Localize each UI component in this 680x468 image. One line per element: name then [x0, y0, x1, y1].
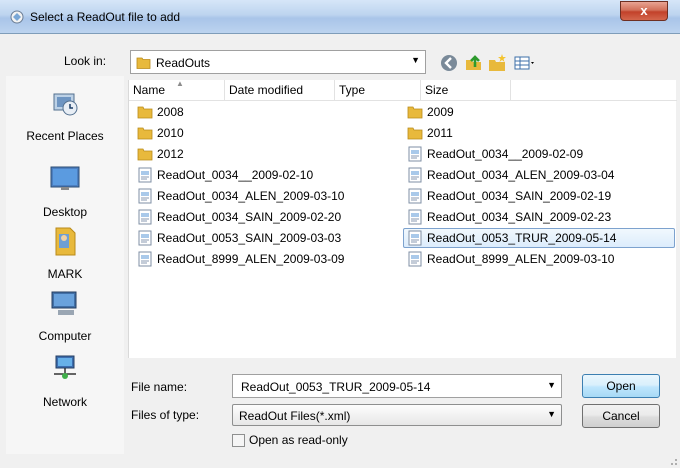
list-item-file[interactable]: ReadOut_0034_SAIN_2009-02-19: [407, 186, 611, 206]
header-divider: [129, 100, 677, 101]
xml-file-icon: [138, 230, 152, 246]
column-header-size[interactable]: Size: [421, 80, 511, 100]
file-list[interactable]: ▲ Name Date modified Type Size 2008 2010…: [128, 79, 677, 358]
window-title: Select a ReadOut file to add: [30, 10, 181, 24]
list-item-file[interactable]: ReadOut_8999_ALEN_2009-03-10: [407, 249, 614, 269]
place-label: Network: [42, 395, 87, 409]
list-item-folder[interactable]: 2011: [407, 123, 453, 143]
desktop-icon: [50, 166, 80, 190]
file-type-label: Files of type:: [131, 408, 200, 422]
chevron-down-icon: ▼: [411, 55, 420, 65]
place-desktop[interactable]: Desktop: [6, 162, 124, 219]
list-item-file[interactable]: ReadOut_0034_SAIN_2009-02-23: [407, 207, 611, 227]
file-type-value: ReadOut Files(*.xml): [239, 409, 351, 423]
list-item-file[interactable]: ReadOut_0034_ALEN_2009-03-10: [137, 186, 344, 206]
list-item-folder[interactable]: 2008: [137, 102, 184, 122]
chevron-down-icon[interactable]: ▼: [547, 380, 556, 390]
list-item-file[interactable]: ReadOut_0053_SAIN_2009-03-03: [137, 228, 341, 248]
folder-icon: [407, 127, 423, 140]
new-folder-icon[interactable]: [486, 52, 508, 74]
xml-file-icon: [138, 167, 152, 183]
place-label: MARK: [47, 267, 83, 281]
xml-file-icon: [408, 209, 422, 225]
recent-places-icon: [53, 93, 78, 116]
app-icon: [10, 10, 24, 24]
column-header-type[interactable]: Type: [335, 80, 421, 100]
computer-icon: [51, 291, 77, 315]
column-header-name[interactable]: ▲ Name: [129, 79, 225, 100]
xml-file-icon: [408, 251, 422, 267]
read-only-option[interactable]: Open as read-only: [232, 433, 348, 447]
folder-icon: [407, 106, 423, 119]
list-item-folder[interactable]: 2010: [137, 123, 184, 143]
place-network[interactable]: Network: [6, 352, 124, 409]
list-item-file[interactable]: ReadOut_0034__2009-02-09: [407, 144, 583, 164]
list-item-folder[interactable]: 2012: [137, 144, 184, 164]
up-folder-icon[interactable]: [462, 52, 484, 74]
xml-file-icon: [138, 209, 152, 225]
place-label: Recent Places: [26, 129, 104, 143]
resize-grip-icon[interactable]: [668, 456, 678, 466]
view-menu-icon[interactable]: [512, 52, 538, 74]
cancel-button[interactable]: Cancel: [582, 404, 660, 428]
close-button[interactable]: x: [620, 1, 668, 21]
place-label: Desktop: [42, 205, 88, 219]
file-name-value: ReadOut_0053_TRUR_2009-05-14: [241, 380, 431, 394]
file-name-label: File name:: [131, 380, 188, 394]
list-item-file[interactable]: ReadOut_8999_ALEN_2009-03-09: [137, 249, 344, 269]
folder-icon: [137, 106, 153, 119]
folder-icon: [137, 127, 153, 140]
look-in-label: Look in:: [64, 54, 107, 68]
file-name-field[interactable]: ReadOut_0053_TRUR_2009-05-14 ▼: [232, 374, 562, 398]
read-only-checkbox[interactable]: [232, 433, 245, 447]
back-icon[interactable]: [438, 52, 460, 74]
xml-file-icon: [408, 146, 422, 162]
xml-file-icon: [138, 188, 152, 204]
place-computer[interactable]: Computer: [6, 286, 124, 343]
xml-file-icon: [138, 251, 152, 267]
sort-ascending-icon: ▲: [176, 79, 184, 88]
places-bar: Recent Places Desktop MARK Computer Netw…: [6, 76, 124, 454]
xml-file-icon: [408, 230, 422, 246]
folder-icon: [137, 148, 153, 161]
list-item-file[interactable]: ReadOut_0034_ALEN_2009-03-04: [407, 165, 614, 185]
open-button[interactable]: Open: [582, 374, 660, 398]
read-only-label: Open as read-only: [249, 433, 348, 447]
xml-file-icon: [408, 188, 422, 204]
xml-file-icon: [408, 167, 422, 183]
look-in-value: ReadOuts: [156, 56, 211, 70]
dialog-body: Look in: ReadOuts ▼ Recent Places Deskto…: [0, 34, 680, 468]
place-user[interactable]: MARK: [6, 224, 124, 281]
list-item-file[interactable]: ReadOut_0034_SAIN_2009-02-20: [137, 207, 341, 227]
place-recent-places[interactable]: Recent Places: [6, 86, 124, 143]
list-item-file[interactable]: ReadOut_0034__2009-02-10: [137, 165, 313, 185]
list-item-file-selected[interactable]: ReadOut_0053_TRUR_2009-05-14: [403, 228, 675, 248]
column-header-date-modified[interactable]: Date modified: [225, 80, 335, 100]
look-in-dropdown[interactable]: ReadOuts ▼: [130, 50, 426, 74]
place-label: Computer: [38, 329, 92, 343]
file-type-select[interactable]: ReadOut Files(*.xml) ▼: [232, 404, 562, 426]
list-item-folder[interactable]: 2009: [407, 102, 454, 122]
title-bar[interactable]: Select a ReadOut file to add x: [0, 0, 680, 34]
chevron-down-icon: ▼: [547, 409, 556, 419]
network-icon: [54, 355, 76, 379]
user-folder-icon: [55, 227, 76, 256]
folder-icon: [136, 57, 151, 69]
